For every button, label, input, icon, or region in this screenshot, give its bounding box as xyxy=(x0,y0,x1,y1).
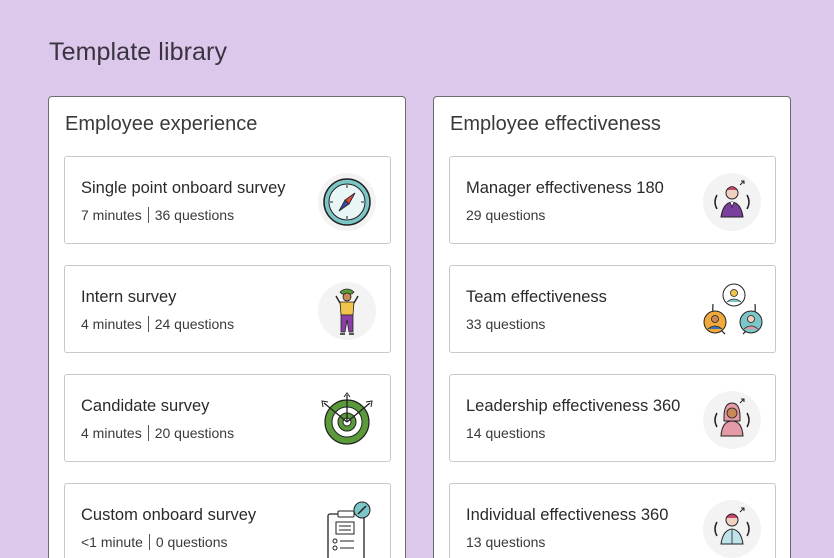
card-title: Manager effectiveness 180 xyxy=(466,179,664,197)
template-card-individual-effectiveness[interactable]: Individual effectiveness 360 13 question… xyxy=(449,483,776,558)
template-card-intern-survey[interactable]: Intern survey 4 minutes 24 questions xyxy=(64,265,391,353)
card-duration: 4 minutes xyxy=(81,425,142,441)
team-circle-icon xyxy=(703,282,763,340)
leader-person-icon xyxy=(703,391,761,449)
meta-divider xyxy=(147,316,149,332)
card-question-count: 36 questions xyxy=(154,207,235,223)
individual-person-icon xyxy=(703,500,761,558)
card-meta: 4 minutes 20 questions xyxy=(81,425,234,441)
card-question-count: 0 questions xyxy=(155,534,228,550)
card-meta: 13 questions xyxy=(466,534,545,550)
meta-divider xyxy=(147,425,149,441)
panel-employee-effectiveness: Employee effectiveness Manager effective… xyxy=(433,96,791,558)
card-duration: <1 minute xyxy=(81,534,143,550)
card-question-count: 33 questions xyxy=(466,316,546,332)
card-title: Individual effectiveness 360 xyxy=(466,506,669,524)
card-title: Leadership effectiveness 360 xyxy=(466,397,681,415)
template-card-team-effectiveness[interactable]: Team effectiveness 33 questions xyxy=(449,265,776,353)
card-meta: 14 questions xyxy=(466,425,545,441)
card-meta: <1 minute 0 questions xyxy=(81,534,227,550)
template-card-single-point-onboard[interactable]: Single point onboard survey 7 minutes 36 … xyxy=(64,156,391,244)
template-card-manager-effectiveness[interactable]: Manager effectiveness 180 29 questions xyxy=(449,156,776,244)
card-question-count: 24 questions xyxy=(154,316,235,332)
target-arrows-icon xyxy=(318,391,376,449)
template-card-leadership-effectiveness[interactable]: Leadership effectiveness 360 14 question… xyxy=(449,374,776,462)
card-question-count: 29 questions xyxy=(466,207,546,223)
card-question-count: 13 questions xyxy=(466,534,546,550)
card-title: Candidate survey xyxy=(81,397,210,415)
card-duration: 4 minutes xyxy=(81,316,142,332)
panel-title: Employee experience xyxy=(65,113,258,135)
card-duration: 7 minutes xyxy=(81,207,142,223)
card-question-count: 14 questions xyxy=(466,425,546,441)
card-title: Custom onboard survey xyxy=(81,506,257,524)
panel-employee-experience: Employee experience Single point onboard… xyxy=(48,96,406,558)
card-question-count: 20 questions xyxy=(154,425,235,441)
clipboard-icon xyxy=(318,500,376,558)
card-meta: 7 minutes 36 questions xyxy=(81,207,234,223)
meta-divider xyxy=(147,207,149,223)
card-meta: 29 questions xyxy=(466,207,545,223)
meta-divider xyxy=(148,534,150,550)
card-title: Single point onboard survey xyxy=(81,179,286,197)
card-meta: 4 minutes 24 questions xyxy=(81,316,234,332)
page-title: Template library xyxy=(49,38,228,66)
manager-person-icon xyxy=(703,173,761,231)
card-meta: 33 questions xyxy=(466,316,545,332)
compass-icon xyxy=(318,173,376,231)
card-title: Intern survey xyxy=(81,288,177,306)
template-card-candidate-survey[interactable]: Candidate survey 4 minutes 20 questions xyxy=(64,374,391,462)
panel-title: Employee effectiveness xyxy=(450,113,661,135)
intern-person-icon xyxy=(318,282,376,340)
template-card-custom-onboard-survey[interactable]: Custom onboard survey <1 minute 0 questio… xyxy=(64,483,391,558)
card-title: Team effectiveness xyxy=(466,288,607,306)
